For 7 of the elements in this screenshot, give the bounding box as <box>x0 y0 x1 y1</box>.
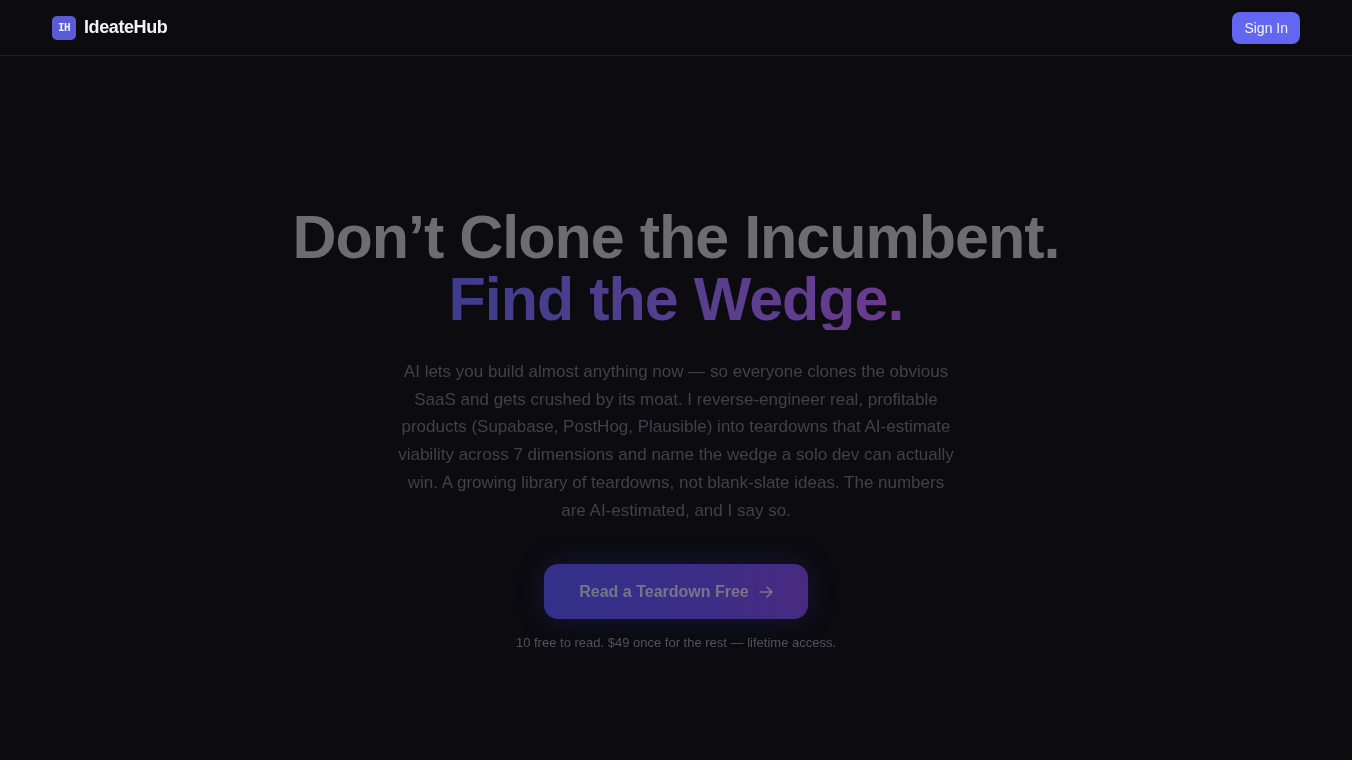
sign-in-button[interactable]: Sign In <box>1232 11 1300 44</box>
pricing-note: 10 free to read. $49 once for the rest — lifetime access. <box>515 635 837 651</box>
read-teardown-button[interactable]: Read a Teardown Free <box>544 564 808 620</box>
logo-icon[interactable]: IH <box>52 15 76 40</box>
headline: Don’t Clone the Incumbent. <box>292 206 1060 268</box>
arrow-right-icon <box>758 584 773 599</box>
brand-name[interactable]: IdeateHub <box>84 17 168 38</box>
